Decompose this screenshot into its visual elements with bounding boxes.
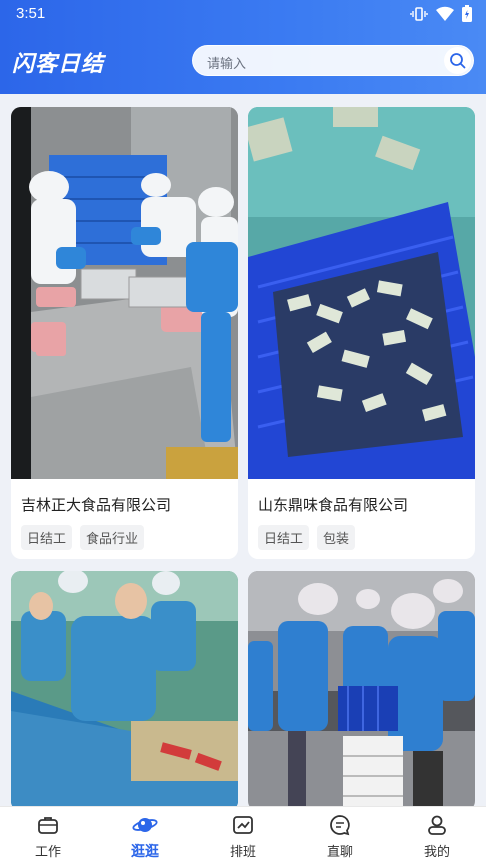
job-card[interactable] <box>248 571 475 811</box>
tag: 包装 <box>317 525 356 550</box>
nav-label: 我的 <box>423 845 450 860</box>
search-button[interactable] <box>444 47 471 74</box>
job-photo <box>248 107 475 479</box>
vibrate-icon <box>410 6 428 21</box>
company-name: 吉林正大食品有限公司 <box>21 496 172 514</box>
schedule-icon <box>233 816 253 834</box>
job-card[interactable]: 吉林正大食品有限公司 日结工 食品行业 <box>11 107 238 559</box>
search-icon <box>450 53 466 69</box>
nav-item-schedule[interactable]: 排班 <box>213 813 273 860</box>
job-photo <box>248 571 475 811</box>
nav-label: 直聊 <box>326 845 353 860</box>
tag: 日结工 <box>21 525 73 550</box>
nav-item-browse[interactable]: 逛逛 <box>115 813 175 861</box>
nav-item-chat[interactable]: 直聊 <box>310 813 370 860</box>
profile-icon <box>428 815 446 835</box>
tag: 日结工 <box>258 525 310 550</box>
status-bar: 3:51 <box>0 0 486 28</box>
search-bar[interactable]: 请输入 <box>192 45 474 76</box>
nav-label: 工作 <box>34 845 61 860</box>
chat-icon <box>330 815 350 836</box>
tag-list: 日结工 食品行业 <box>21 525 145 550</box>
planet-icon <box>132 818 158 832</box>
job-card[interactable] <box>11 571 238 811</box>
company-name: 山东鼎味食品有限公司 <box>258 496 409 514</box>
app-logo: 闪客日结 <box>12 52 105 77</box>
nav-label: 排班 <box>229 845 256 860</box>
nav-label: 逛逛 <box>131 844 159 860</box>
job-photo <box>11 107 238 479</box>
status-icons <box>410 5 472 22</box>
briefcase-icon <box>38 817 58 834</box>
wifi-icon <box>436 6 454 21</box>
search-input[interactable]: 请输入 <box>207 53 246 72</box>
app-header: 3:51 闪客日结 请输入 <box>0 0 486 94</box>
feed: 吉林正大食品有限公司 日结工 食品行业 山东鼎味食品有限公司 日结工 包装 <box>0 94 486 811</box>
bottom-nav: 工作 逛逛 排班 直聊 我的 <box>0 806 486 865</box>
status-time: 3:51 <box>16 5 46 22</box>
nav-item-work[interactable]: 工作 <box>18 813 78 860</box>
nav-item-mine[interactable]: 我的 <box>407 813 467 860</box>
tag-list: 日结工 包装 <box>258 525 356 550</box>
job-photo <box>11 571 238 811</box>
battery-icon <box>462 5 472 22</box>
job-card[interactable]: 山东鼎味食品有限公司 日结工 包装 <box>248 107 475 559</box>
tag: 食品行业 <box>80 525 145 550</box>
